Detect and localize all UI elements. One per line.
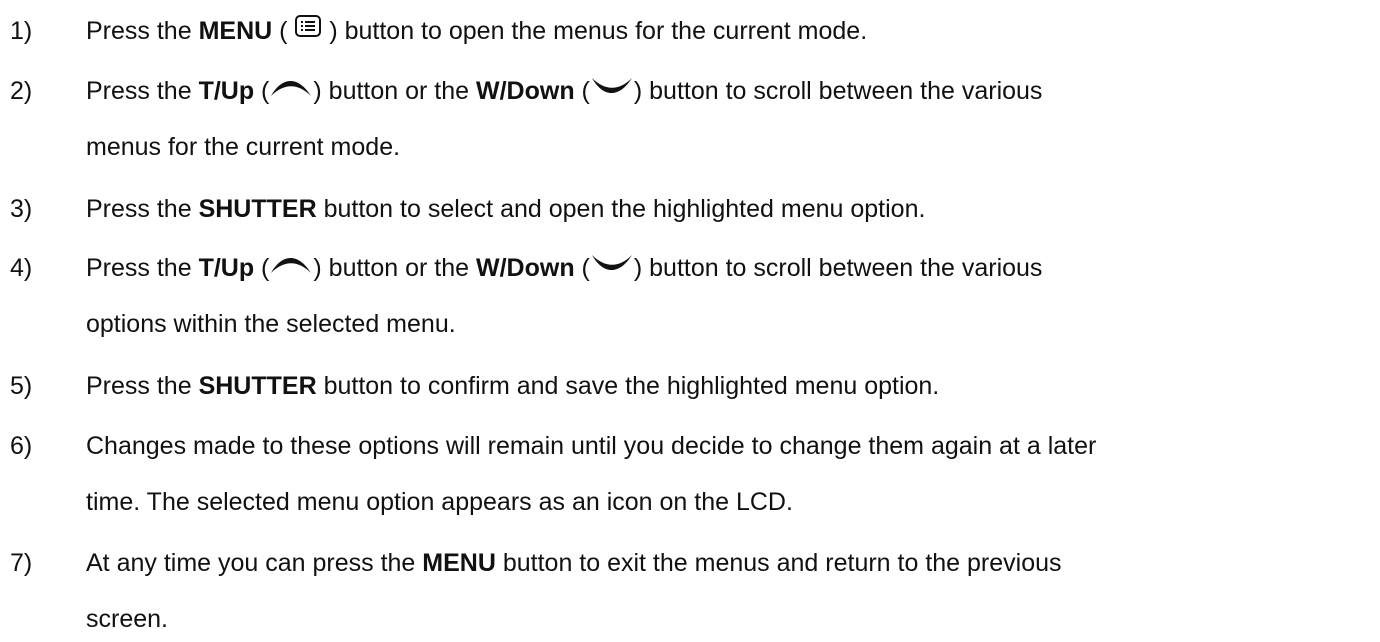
step-text: Press the xyxy=(86,17,199,45)
step-text-line: Press the SHUTTER button to select and o… xyxy=(86,192,925,226)
step-text: Press the xyxy=(86,254,199,282)
step-text: ) button to open the menus for the curre… xyxy=(322,17,868,45)
step-text-line: Press the SHUTTER button to confirm and … xyxy=(86,369,939,403)
step-text: Changes made to these options will remai… xyxy=(86,432,1097,460)
button-name: W/Down xyxy=(476,254,575,282)
down-arc-icon xyxy=(590,250,634,284)
step-number: 6) xyxy=(10,432,33,460)
step-text-line: screen. xyxy=(86,602,168,636)
step-number: 7) xyxy=(10,549,33,577)
step-text: ( xyxy=(574,77,590,105)
step-text: options within the selected menu. xyxy=(86,310,456,338)
step-text: ( xyxy=(254,77,270,105)
instruction-list: 1) Press the MENU ( ) button to open the … xyxy=(0,0,1380,642)
step-text: ) button to scroll between the various xyxy=(633,77,1043,105)
step-text: ( xyxy=(574,254,590,282)
step-number: 4) xyxy=(10,254,33,282)
step-number: 2) xyxy=(10,77,33,105)
step-number: 1) xyxy=(10,17,33,45)
step-text: ) button to scroll between the various xyxy=(633,254,1043,282)
step-text: At any time you can press the xyxy=(86,549,423,577)
step-text-line: At any time you can press the MENU butto… xyxy=(86,546,1062,580)
step-text-line: Press the T/Up ( ) button or the W/Down (… xyxy=(86,74,1042,109)
button-name: T/Up xyxy=(198,77,255,105)
button-name: MENU xyxy=(198,17,273,45)
step-text: ) button or the xyxy=(313,77,476,105)
step-text-line: Changes made to these options will remai… xyxy=(86,429,1096,463)
button-name: T/Up xyxy=(198,254,255,282)
down-arc-icon xyxy=(590,73,634,107)
step-text: ( xyxy=(254,254,270,282)
step-text: menus for the current mode. xyxy=(86,133,401,161)
step-text: screen. xyxy=(86,605,168,633)
step-text-line: Press the T/Up ( ) button or the W/Down (… xyxy=(86,251,1042,286)
step-text: ) button or the xyxy=(313,254,476,282)
menu-list-icon xyxy=(294,13,322,47)
button-name: W/Down xyxy=(476,77,575,105)
step-text: button to exit the menus and return to t… xyxy=(495,549,1062,577)
up-arc-icon xyxy=(269,73,313,107)
button-name: SHUTTER xyxy=(198,372,317,400)
step-text-line: Press the MENU ( ) button to open the me… xyxy=(86,14,867,49)
step-number: 5) xyxy=(10,372,33,400)
button-name: SHUTTER xyxy=(198,195,317,223)
step-number: 3) xyxy=(10,195,33,223)
step-text: ( xyxy=(272,17,295,45)
step-text: button to confirm and save the highlight… xyxy=(316,372,940,400)
step-text: Press the xyxy=(86,195,199,223)
button-name: MENU xyxy=(422,549,496,577)
step-text-line: time. The selected menu option appears a… xyxy=(86,485,793,519)
step-text: time. The selected menu option appears a… xyxy=(86,488,793,516)
step-text-line: menus for the current mode. xyxy=(86,130,400,164)
up-arc-icon xyxy=(269,250,313,284)
step-text: button to select and open the highlighte… xyxy=(316,195,926,223)
step-text: Press the xyxy=(86,372,199,400)
step-text-line: options within the selected menu. xyxy=(86,307,456,341)
step-text: Press the xyxy=(86,77,199,105)
